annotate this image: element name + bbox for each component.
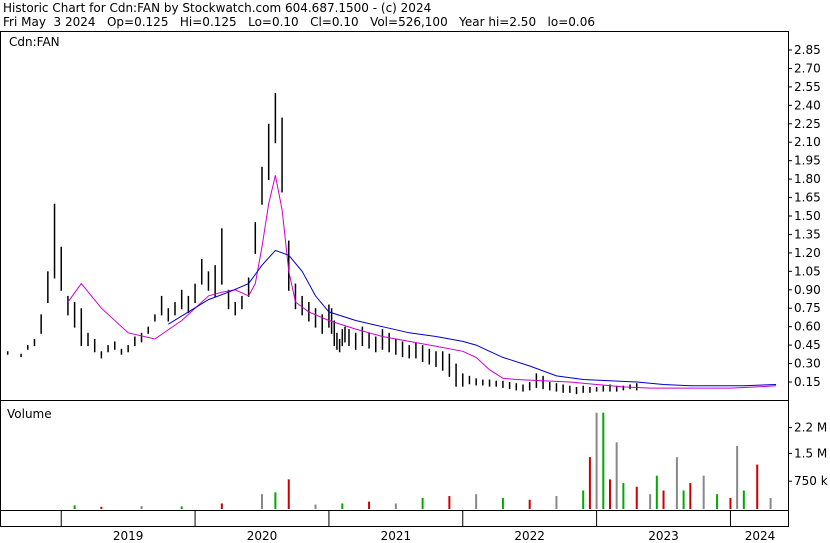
price-tick-label: 2.10 [794, 135, 821, 149]
volume-bar [736, 446, 739, 509]
volume-bar [655, 475, 658, 509]
volume-bar [702, 475, 705, 509]
year-tick-label: 2022 [514, 529, 545, 543]
price-tick-label: 0.60 [794, 320, 821, 334]
price-tick-label: 0.30 [794, 357, 821, 371]
price-axis: 2.85 2.70 2.55 2.40 2.25 2.10 1.95 1.80 1.65 1.50… [788, 43, 821, 389]
volume-bar [742, 490, 745, 509]
volume-tick-label: 1.5 M [794, 446, 827, 460]
volume-bar [682, 490, 685, 509]
volume-bar [287, 479, 290, 509]
volume-bar [220, 503, 223, 509]
chart-window: Historic Chart for Cdn:FAN by Stockwatch… [0, 0, 830, 543]
year-tick-label: 2023 [648, 529, 679, 543]
volume-bar [260, 494, 263, 509]
price-tick-label: 1.80 [794, 172, 821, 186]
volume-bar [368, 501, 371, 509]
volume-bar [582, 490, 585, 509]
volume-bar [649, 494, 652, 509]
volume-bar [274, 492, 277, 509]
price-tick-label: 2.55 [794, 80, 821, 94]
volume-bar [756, 464, 759, 509]
volume-bar [448, 496, 451, 509]
price-tick-label: 1.50 [794, 209, 821, 223]
price-bars [6, 93, 638, 395]
price-tick-label: 0.75 [794, 301, 821, 315]
volume-bar [180, 506, 183, 509]
volume-bar [635, 486, 638, 509]
volume-bar [769, 497, 772, 509]
volume-bar [421, 497, 424, 509]
price-tick-label: 1.05 [794, 264, 821, 278]
volume-bar [73, 505, 76, 509]
volume-bar [140, 506, 143, 509]
historic-chart: Cdn:FAN Volume 2.85 2.70 2.55 2.40 2.25 2.10 1… [0, 31, 828, 543]
year-tick-label: 2024 [745, 529, 776, 543]
volume-bar [608, 479, 611, 509]
price-tick-label: 1.65 [794, 191, 821, 205]
volume-axis: 2.2 M 1.5 M 750 k [788, 421, 828, 488]
symbol-label: Cdn:FAN [9, 35, 60, 49]
volume-bar [729, 497, 732, 509]
volume-bar [555, 496, 558, 509]
volume-bar [100, 506, 103, 509]
price-tick-label: 0.15 [794, 375, 821, 389]
price-panel [0, 31, 789, 401]
price-tick-label: 2.85 [794, 43, 821, 57]
year-tick-label: 2019 [113, 529, 144, 543]
volume-bars [73, 412, 772, 509]
volume-label: Volume [7, 407, 52, 421]
year-tick-label: 2020 [247, 529, 278, 543]
volume-bar [662, 490, 665, 509]
volume-bar [689, 483, 692, 509]
volume-bar [314, 504, 317, 509]
volume-bar [341, 503, 344, 509]
volume-bar [675, 457, 678, 509]
volume-bar [622, 483, 625, 509]
price-tick-label: 2.40 [794, 98, 821, 112]
volume-bar [588, 457, 591, 509]
volume-bar [615, 442, 618, 509]
volume-bar [394, 503, 397, 509]
volume-tick-label: 750 k [794, 474, 828, 488]
volume-panel [0, 400, 789, 511]
volume-bar [716, 494, 719, 509]
price-tick-label: 1.35 [794, 227, 821, 241]
moving-average-line [168, 249, 777, 387]
volume-bar [528, 499, 531, 509]
price-tick-label: 2.70 [794, 61, 821, 75]
volume-bar [475, 494, 478, 509]
date-axis [0, 510, 789, 527]
price-tick-label: 0.90 [794, 283, 821, 297]
price-tick-label: 1.95 [794, 154, 821, 168]
year-tick-label: 2021 [381, 529, 412, 543]
price-tick-label: 1.20 [794, 246, 821, 260]
volume-bar [595, 412, 598, 509]
volume-bar [501, 497, 504, 509]
volume-bar [602, 412, 605, 509]
price-tick-label: 2.25 [794, 117, 821, 131]
price-tick-label: 0.45 [794, 338, 821, 352]
volume-tick-label: 2.2 M [794, 421, 827, 435]
